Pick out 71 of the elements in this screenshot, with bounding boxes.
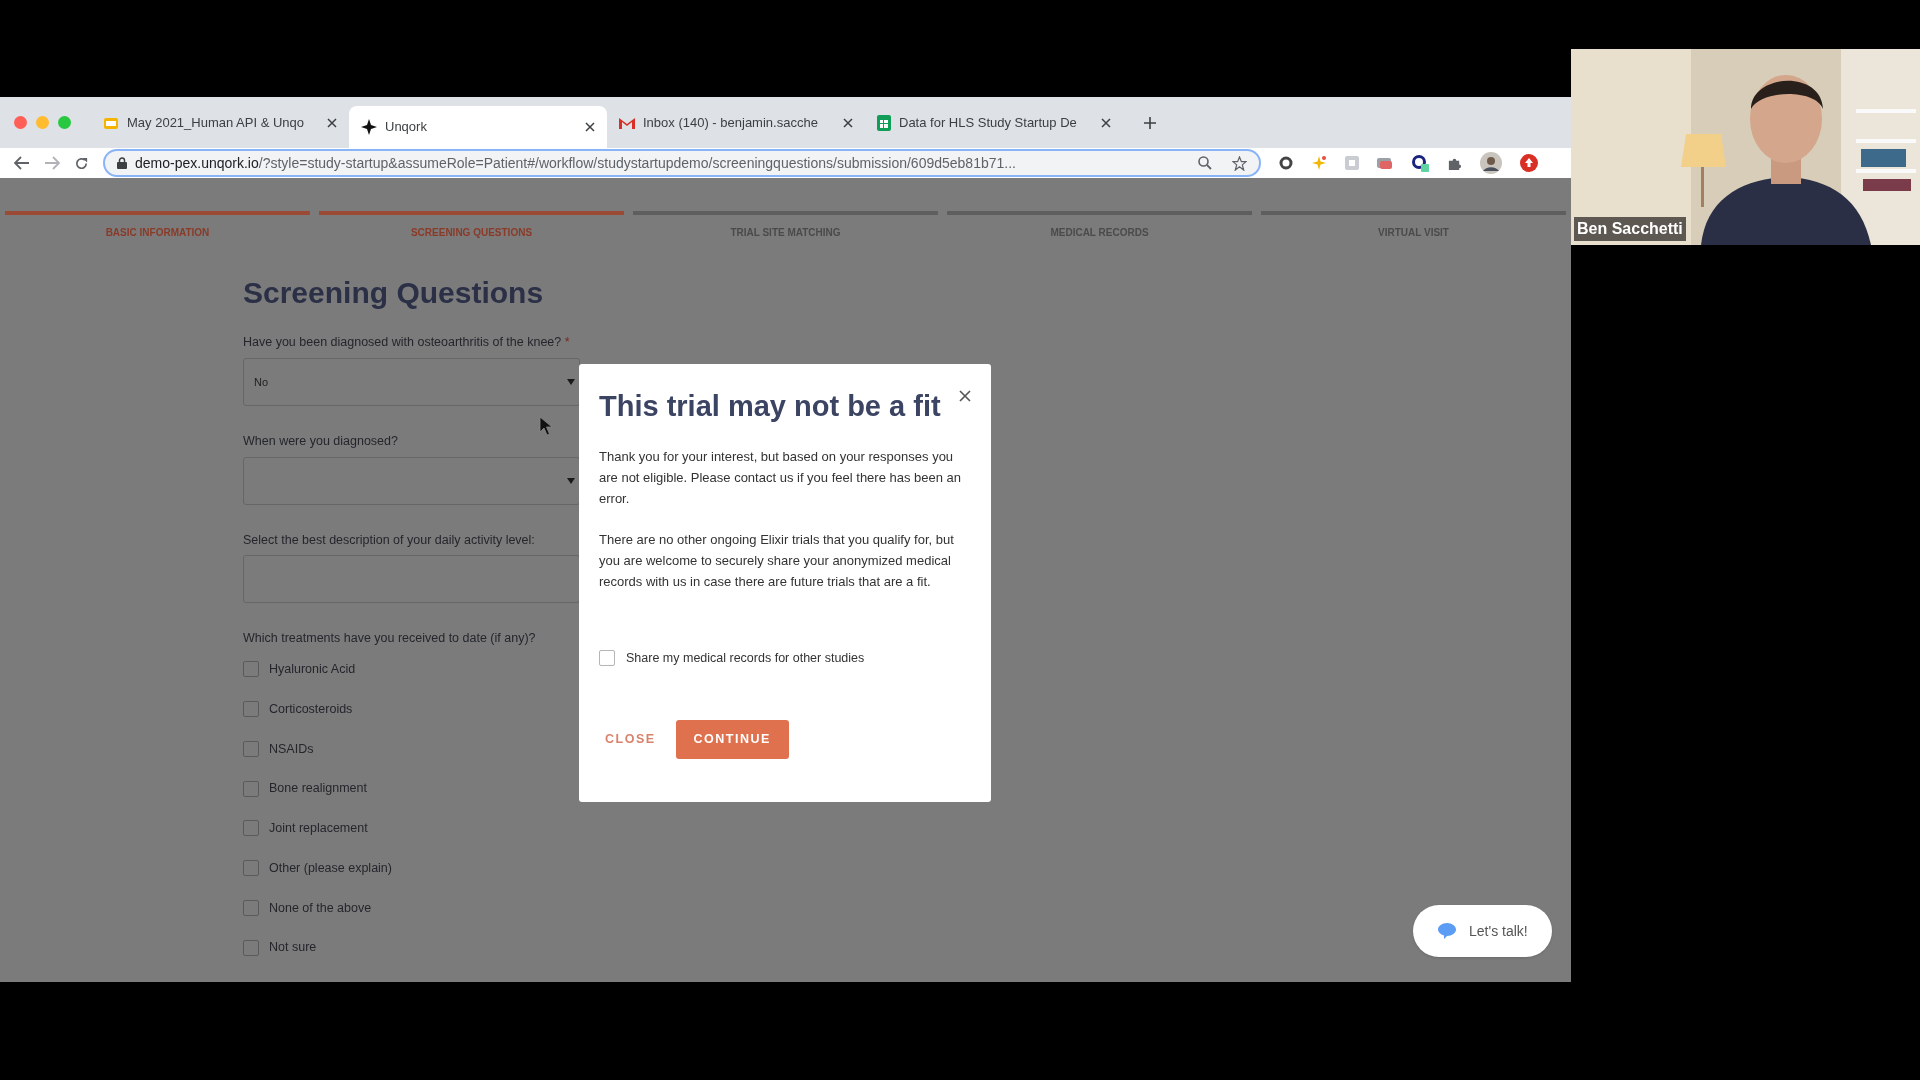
option-label: None of the above bbox=[269, 899, 372, 917]
url-text: demo-pex.unqork.io/?style=study-startup&assumeRole=Patient#/workflow/studystartupdemo/screeningquestions/submission/609d5eb81b71... bbox=[135, 153, 1017, 173]
option-label: NSAIDs bbox=[269, 740, 314, 758]
dropdown-caret-icon bbox=[567, 477, 575, 484]
checkbox[interactable] bbox=[599, 650, 615, 667]
forward-icon[interactable] bbox=[44, 156, 60, 170]
cursor-icon bbox=[539, 416, 553, 436]
checkbox[interactable] bbox=[243, 701, 259, 718]
ring-extension-icon[interactable] bbox=[1411, 154, 1429, 172]
checkbox[interactable] bbox=[243, 740, 259, 757]
sparkle-extension-icon[interactable] bbox=[1311, 155, 1327, 171]
continue-button[interactable]: CONTINUE bbox=[675, 719, 789, 759]
browser-tab[interactable]: Data for HLS Study Startup De bbox=[865, 105, 1123, 140]
checkbox[interactable] bbox=[243, 899, 259, 916]
close-icon[interactable] bbox=[585, 122, 595, 132]
close-icon[interactable] bbox=[1101, 117, 1111, 128]
search-icon[interactable] bbox=[1198, 156, 1212, 170]
card-extension-icon[interactable] bbox=[1377, 156, 1393, 170]
close-icon[interactable] bbox=[327, 117, 337, 128]
question-label: Select the best description of your daily activity level: bbox=[243, 531, 536, 549]
tab-title: Data for HLS Study Startup De bbox=[899, 113, 1078, 132]
tab-title: Unqork bbox=[385, 118, 428, 137]
tab-title: May 2021_Human API & Unqo bbox=[127, 113, 306, 132]
close-icon[interactable] bbox=[959, 390, 971, 402]
input-field[interactable] bbox=[243, 555, 580, 604]
page-heading: Screening Questions bbox=[243, 275, 545, 311]
option-label: Corticosteroids bbox=[269, 700, 353, 718]
star-icon[interactable] bbox=[1232, 155, 1247, 171]
browser-tab[interactable]: Unqork bbox=[349, 106, 607, 148]
select-field[interactable]: No bbox=[243, 357, 580, 406]
question-label: When were you diagnosed? bbox=[243, 432, 399, 450]
option-label: Other (please explain) bbox=[269, 859, 392, 877]
close-button[interactable]: CLOSE bbox=[605, 729, 656, 749]
tab-title: Inbox (140) - benjamin.sacche bbox=[643, 113, 819, 132]
maximize-window-icon[interactable] bbox=[58, 116, 71, 129]
checkbox-label: Share my medical records for other studies bbox=[626, 650, 865, 667]
option-label: Joint replacement bbox=[269, 820, 368, 837]
modal-title: This trial may not be a fit bbox=[599, 389, 941, 424]
checkbox[interactable] bbox=[243, 661, 259, 678]
checkbox[interactable] bbox=[243, 820, 259, 837]
dropdown-caret-icon bbox=[567, 378, 575, 385]
lock-icon bbox=[117, 157, 127, 169]
close-window-icon[interactable] bbox=[14, 116, 27, 129]
new-tab-icon[interactable] bbox=[1143, 115, 1157, 130]
reload-icon[interactable] bbox=[74, 155, 89, 171]
browser-tab[interactable]: Inbox (140) - benjamin.sacche bbox=[607, 105, 865, 140]
participant-name: Ben Sacchetti bbox=[1574, 217, 1686, 241]
checkbox[interactable] bbox=[243, 860, 259, 877]
circle-extension-icon[interactable] bbox=[1279, 156, 1293, 170]
sheets-icon bbox=[877, 114, 891, 131]
option-label: Hyaluronic Acid bbox=[269, 661, 356, 678]
question-label: Which treatments have you received to date (if any)? bbox=[243, 630, 537, 648]
chat-bubble-icon bbox=[1437, 922, 1457, 940]
option-label: Bone realignment bbox=[269, 780, 367, 798]
sparkle-icon bbox=[361, 119, 377, 135]
modal-text: There are no other ongoing Elixir trials that you qualify for, but you are welcome to securely share your anonymized medical records with us in case there are future trials that are a fit. bbox=[599, 531, 955, 591]
alert-extension-icon[interactable] bbox=[1520, 154, 1538, 172]
question-label: Have you been diagnosed with osteoarthritis of the knee? * bbox=[243, 334, 571, 351]
checkbox[interactable] bbox=[243, 780, 259, 797]
close-icon[interactable] bbox=[843, 117, 853, 128]
select-field[interactable] bbox=[243, 456, 580, 505]
browser-tab[interactable]: May 2021_Human API & Unqo bbox=[91, 105, 349, 140]
checkbox[interactable] bbox=[243, 939, 259, 956]
address-bar[interactable]: demo-pex.unqork.io/?style=study-startup&assumeRole=Patient#/workflow/studystartupdemo/screeningquestions/submission/609d5eb81b71... bbox=[103, 149, 1261, 177]
modal-text: Thank you for your interest, but based on your responses you are not eligible. Please contact us if you feel there has been an error. bbox=[599, 448, 963, 508]
back-icon[interactable] bbox=[14, 156, 30, 170]
chat-button[interactable]: Let's talk! bbox=[1413, 905, 1552, 957]
option-label: Not sure bbox=[269, 939, 317, 957]
avatar-icon[interactable] bbox=[1480, 152, 1502, 174]
extension-icon[interactable] bbox=[1345, 156, 1359, 170]
mail-icon bbox=[619, 116, 635, 129]
